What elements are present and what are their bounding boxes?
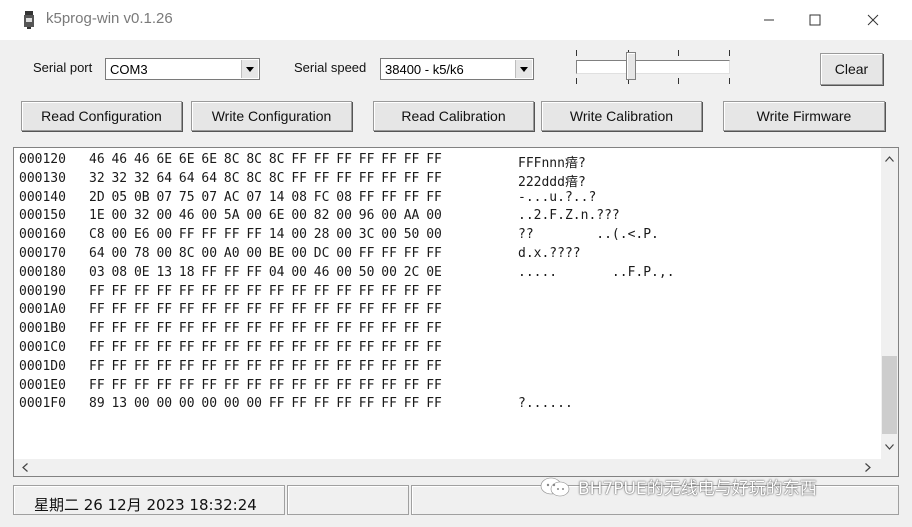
window-title: k5prog-win v0.1.26 — [46, 10, 173, 27]
hex-row-ascii: ?...... — [518, 396, 573, 412]
serial-speed-label: Serial speed — [294, 60, 367, 75]
hex-row-address: 000180 — [19, 264, 66, 280]
hex-row-ascii: -...u.?..? — [518, 189, 597, 205]
hex-row-address: 000160 — [19, 227, 66, 243]
slider-tick — [729, 50, 730, 56]
hex-row-bytes: FF FF FF FF FF FF FF FF FF FF FF FF FF F… — [89, 283, 442, 299]
vertical-scrollbar[interactable] — [881, 148, 898, 459]
hex-row-address: 000130 — [19, 170, 66, 186]
hex-dump-view[interactable]: 000120 46 46 46 6E 6E 6E 8C 8C 8C FF FF F… — [13, 147, 899, 477]
hex-row-address: 0001E0 — [19, 377, 66, 393]
hex-row-address: 000120 — [19, 152, 66, 167]
hex-row-address: 000190 — [19, 283, 66, 299]
hex-row-address: 000150 — [19, 208, 66, 224]
status-panel — [287, 485, 409, 515]
hex-row-address: 0001F0 — [19, 396, 66, 412]
hex-row-bytes: 03 08 0E 13 18 FF FF FF 04 00 46 00 50 0… — [89, 264, 442, 280]
write-configuration-button[interactable]: Write Configuration — [191, 101, 352, 131]
chevron-down-icon[interactable] — [881, 438, 898, 455]
title-bar: k5prog-win v0.1.26 — [0, 0, 912, 40]
serial-port-value: COM3 — [110, 62, 148, 77]
status-panel-datetime: 星期二 26 12月 2023 18:32:24 — [13, 485, 285, 515]
hex-row-bytes: FF FF FF FF FF FF FF FF FF FF FF FF FF F… — [89, 377, 442, 393]
write-calibration-button[interactable]: Write Calibration — [541, 101, 702, 131]
serial-port-label: Serial port — [33, 60, 93, 75]
status-datetime: 星期二 26 12月 2023 18:32:24 — [34, 496, 257, 514]
serial-speed-value: 38400 - k5/k6 — [385, 62, 464, 77]
hex-row-ascii: ..2.F.Z.n.??? — [518, 208, 620, 224]
hex-row-bytes: FF FF FF FF FF FF FF FF FF FF FF FF FF F… — [89, 358, 442, 374]
speed-slider[interactable] — [572, 48, 732, 84]
minimize-icon[interactable] — [746, 4, 792, 36]
hex-row-bytes: 1E 00 32 00 46 00 5A 00 6E 00 82 00 96 0… — [89, 208, 442, 224]
close-icon[interactable] — [850, 4, 896, 36]
hex-row-ascii: d.x.???? — [518, 245, 581, 261]
clear-button[interactable]: Clear — [820, 53, 883, 85]
hex-row-ascii: 222ddd瘖? — [518, 174, 586, 190]
slider-track[interactable] — [576, 60, 730, 74]
hex-row-bytes: FF FF FF FF FF FF FF FF FF FF FF FF FF F… — [89, 339, 442, 355]
hex-row-bytes: FF FF FF FF FF FF FF FF FF FF FF FF FF F… — [89, 321, 442, 337]
chevron-down-icon[interactable] — [241, 60, 258, 78]
watermark: BH7PUE的无线电与好玩的东西 — [540, 474, 817, 499]
hex-row-ascii: ..... ..F.P.,. — [518, 264, 675, 280]
watermark-text: BH7PUE的无线电与好玩的东西 — [578, 479, 817, 499]
slider-tick — [678, 50, 679, 56]
hex-row-bytes: 64 00 78 00 8C 00 A0 00 BE 00 DC 00 FF F… — [89, 245, 442, 261]
app-icon — [24, 11, 34, 29]
hex-row-bytes: C8 00 E6 00 FF FF FF FF 14 00 28 00 3C 0… — [89, 227, 442, 243]
vertical-scroll-thumb[interactable] — [882, 356, 897, 434]
hex-row-address: 0001C0 — [19, 339, 66, 355]
chevron-up-icon[interactable] — [881, 150, 898, 167]
hex-row-address: 0001A0 — [19, 302, 66, 318]
hex-row-address: 0001B0 — [19, 321, 66, 337]
hex-row-bytes: 89 13 00 00 00 00 00 00 FF FF FF FF FF F… — [89, 396, 442, 412]
serial-speed-select[interactable]: 38400 - k5/k6 — [380, 58, 534, 80]
app-window: k5prog-win v0.1.26 Serial port COM3 Seri… — [0, 0, 912, 527]
hex-row-bytes: 46 46 46 6E 6E 6E 8C 8C 8C FF FF FF FF F… — [89, 152, 442, 167]
hex-row-bytes: 2D 05 0B 07 75 07 AC 07 14 08 FC 08 FF F… — [89, 189, 442, 205]
hex-row-address: 000140 — [19, 189, 66, 205]
slider-tick — [576, 78, 577, 84]
hex-row-ascii: ?? ..(.<.P. — [518, 227, 659, 243]
chat-bubble-icon — [540, 477, 570, 496]
hex-row-ascii: FFFnnn瘖? — [518, 156, 586, 171]
read-configuration-button[interactable]: Read Configuration — [21, 101, 182, 131]
serial-port-select[interactable]: COM3 — [105, 58, 260, 80]
slider-tick — [678, 78, 679, 84]
hex-row-address: 000170 — [19, 245, 66, 261]
slider-tick — [576, 50, 577, 56]
slider-tick — [729, 78, 730, 84]
maximize-icon[interactable] — [792, 4, 838, 36]
hex-row-bytes: FF FF FF FF FF FF FF FF FF FF FF FF FF F… — [89, 302, 442, 318]
read-calibration-button[interactable]: Read Calibration — [373, 101, 534, 131]
slider-thumb[interactable] — [626, 52, 637, 80]
chevron-down-icon[interactable] — [515, 60, 532, 78]
chevron-left-icon[interactable] — [16, 459, 33, 476]
chevron-right-icon[interactable] — [859, 459, 876, 476]
hex-row-bytes: 32 32 32 64 64 64 8C 8C 8C FF FF FF FF F… — [89, 170, 442, 186]
scroll-corner — [881, 459, 898, 476]
hex-row-address: 0001D0 — [19, 358, 66, 374]
write-firmware-button[interactable]: Write Firmware — [723, 101, 885, 131]
